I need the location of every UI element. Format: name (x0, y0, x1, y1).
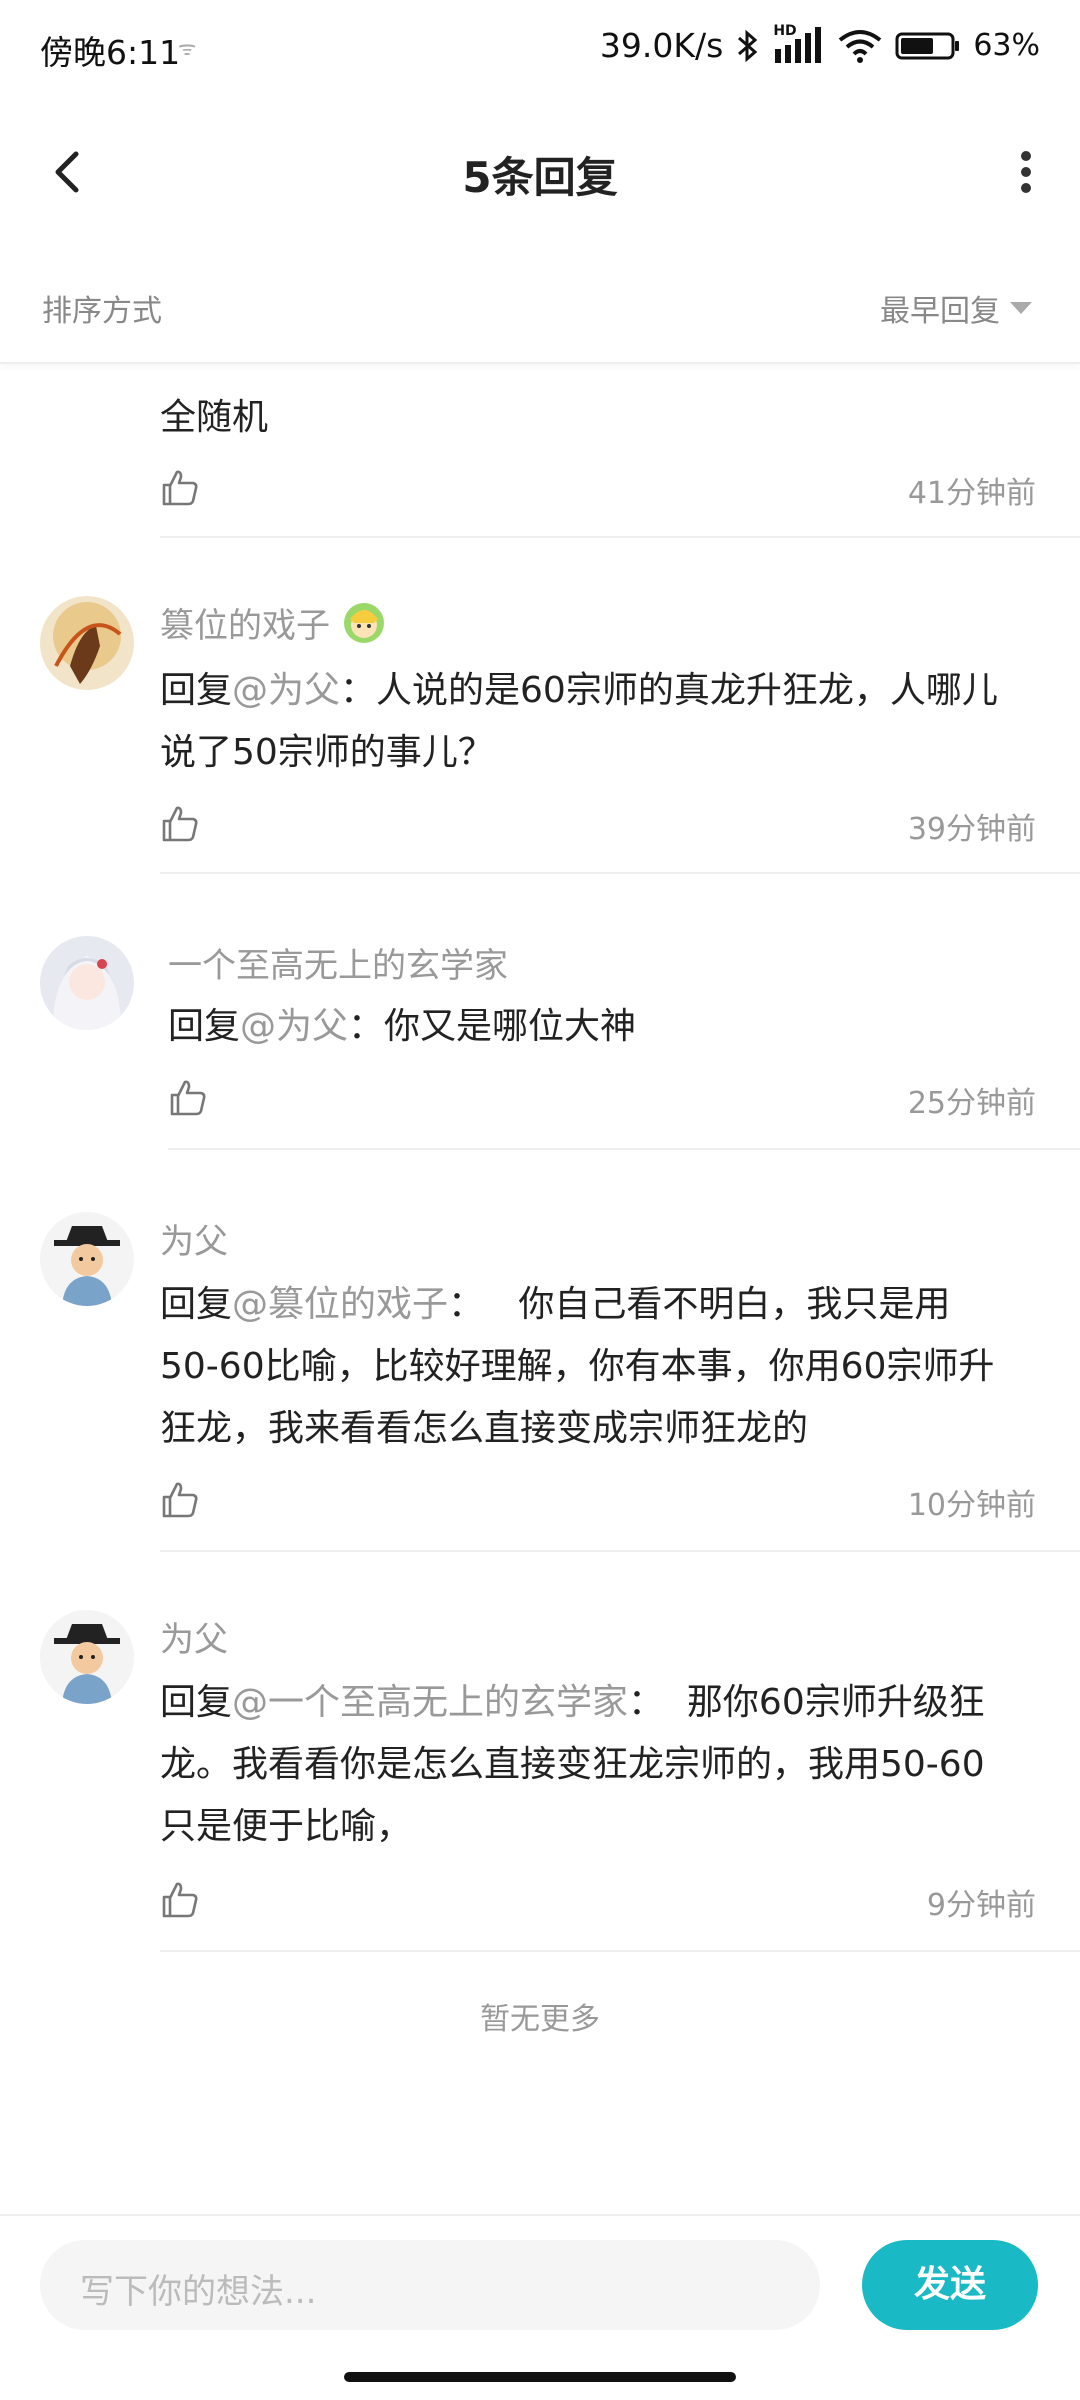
composer-bar: 写下你的想法... 发送 (0, 2214, 1080, 2366)
comment-input-placeholder: 写下你的想法... (80, 2272, 317, 2312)
comment-meta-row: 10分钟前 (160, 1480, 1036, 1530)
sort-dropdown[interactable]: 最早回复 (880, 286, 1032, 330)
avatar[interactable] (40, 936, 134, 1030)
reply-list[interactable]: 全随机 41分钟前 篡位的戏子 回复@为父：人说的是60宗师的真龙升狂龙，人哪儿… (0, 364, 1080, 2214)
mention-link[interactable]: @一个至高无上的玄学家 (232, 1682, 628, 1723)
battery-level: 63% (973, 28, 1040, 63)
battery-icon (895, 32, 960, 59)
comment-text-line: 只是便于比喻， (160, 1806, 413, 1847)
thumbs-up-icon[interactable] (160, 804, 200, 844)
comment-author[interactable]: 一个至高无上的玄学家 (168, 938, 508, 987)
comment-author[interactable]: 篡位的戏子 (160, 598, 386, 647)
comment-text-line: ： 那你60宗师升级狂 (628, 1682, 985, 1723)
comment-text-line: 说了50宗师的事儿？ (160, 732, 494, 773)
comment-author[interactable]: 为父 (160, 1214, 228, 1263)
status-right-group: 39.0K/s HD 63% (599, 23, 1040, 66)
divider (160, 872, 1080, 874)
mention-link[interactable]: @篡位的戏子 (232, 1284, 448, 1325)
mention-link[interactable]: @为父 (240, 1006, 348, 1047)
comment-time: 41分钟前 (907, 476, 1036, 511)
comment-text-line: 龙。我看看你是怎么直接变狂龙宗师的，我用50-60 (160, 1744, 985, 1785)
avatar[interactable] (40, 596, 134, 690)
comment-text-line: ： 你自己看不明白，我只是用 (448, 1284, 951, 1325)
thumbs-up-icon[interactable] (160, 1880, 200, 1920)
comment-input[interactable]: 写下你的想法... (40, 2240, 820, 2330)
comment-meta-row: 39分钟前 (160, 804, 1036, 854)
comment-text-line: ：人说的是60宗师的真龙升狂龙，人哪儿 (340, 670, 998, 711)
thumbs-up-icon[interactable] (160, 1480, 200, 1520)
avatar[interactable] (40, 1610, 134, 1704)
divider (160, 1550, 1080, 1552)
sort-bar: 排序方式 最早回复 (0, 246, 1080, 364)
comment-body: 回复@一个至高无上的玄学家： 那你60宗师升级狂 龙。我看看你是怎么直接变狂龙宗… (160, 1672, 1030, 1858)
comment-text-line: 狂龙，我来看看怎么直接变成宗师狂龙的 (160, 1408, 809, 1449)
comment-body: 回复@为父：你又是哪位大神 (168, 996, 1038, 1058)
comment-meta-row: 25分钟前 (168, 1078, 1036, 1128)
wifi-icon (839, 29, 882, 63)
author-name: 篡位的戏子 (160, 606, 330, 646)
home-indicator[interactable] (344, 2372, 736, 2382)
comment-body: 回复@为父：人说的是60宗师的真龙升狂龙，人哪儿 说了50宗师的事儿？ (160, 660, 1030, 784)
caret-down-icon (1010, 302, 1032, 314)
divider (160, 536, 1080, 538)
author-name: 为父 (160, 1222, 228, 1262)
sort-label: 排序方式 (42, 294, 162, 329)
comment-body: 回复@篡位的戏子： 你自己看不明白，我只是用 50-60比喻，比较好理解，你有本… (160, 1274, 1030, 1460)
signal-icon: HD (773, 23, 825, 65)
send-button[interactable]: 发送 (862, 2240, 1038, 2330)
comment-text-line: 50-60比喻，比较好理解，你有本事，你用60宗师升 (160, 1346, 995, 1387)
comment-author[interactable]: 为父 (160, 1612, 228, 1661)
partial-comment-text: 全随机 (160, 397, 269, 438)
reply-prefix: 回复 (160, 670, 233, 711)
status-time: 傍晚6:11 (40, 33, 181, 72)
network-speed: 39.0K/s (599, 26, 724, 65)
divider (160, 1950, 1080, 1952)
reply-prefix: 回复 (160, 1682, 233, 1723)
badge-icon (344, 602, 384, 643)
status-small-icon: ᯤ (178, 36, 197, 60)
top-bar: 5条回复 (0, 96, 1080, 248)
page-title: 5条回复 (462, 153, 618, 202)
avatar[interactable] (40, 1212, 134, 1306)
thumbs-up-icon[interactable] (168, 1078, 208, 1118)
comment-text-line: ：你又是哪位大神 (348, 1006, 637, 1047)
mention-link[interactable]: @为父 (232, 670, 340, 711)
thumbs-up-icon[interactable] (160, 468, 200, 508)
author-name: 一个至高无上的玄学家 (168, 946, 508, 986)
reply-prefix: 回复 (168, 1006, 241, 1047)
status-bar: 傍晚6:11 ᯤ 39.0K/s HD 63% (0, 0, 1080, 96)
comment-time: 39分钟前 (907, 812, 1036, 847)
comment-time: 25分钟前 (907, 1086, 1036, 1121)
more-options-icon[interactable] (1006, 142, 1046, 202)
bluetooth-icon (738, 29, 758, 62)
comment-meta-row: 9分钟前 (160, 1880, 1036, 1930)
comment-meta-row: 41分钟前 (160, 468, 1036, 518)
comment-time: 10分钟前 (907, 1488, 1036, 1523)
no-more-label: 暂无更多 (480, 2002, 600, 2037)
author-name: 为父 (160, 1620, 228, 1660)
divider (168, 1148, 1080, 1150)
sort-value: 最早回复 (880, 294, 1000, 329)
reply-prefix: 回复 (160, 1284, 233, 1325)
comment-time: 9分钟前 (926, 1888, 1036, 1923)
